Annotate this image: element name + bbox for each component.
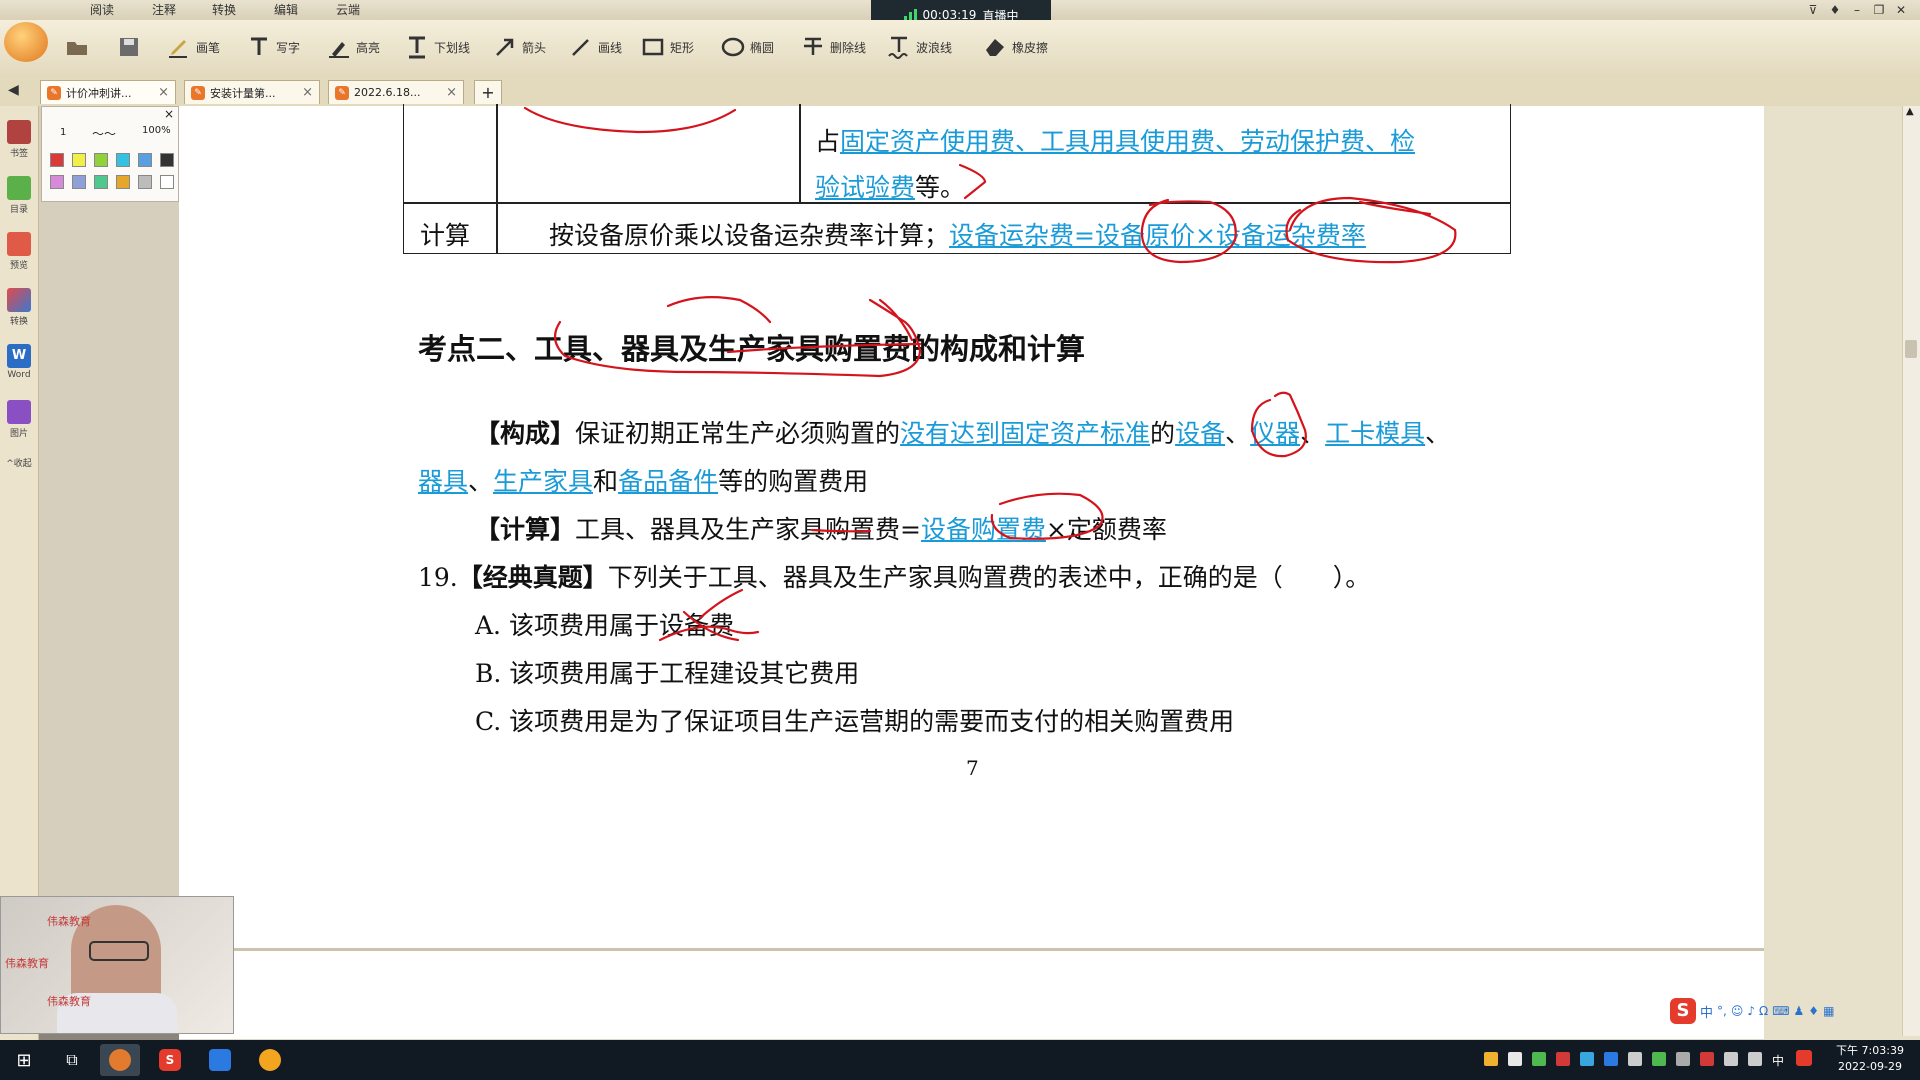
tray-sogou-icon[interactable] <box>1796 1050 1812 1066</box>
user-icon[interactable]: ♟ <box>1794 1004 1805 1018</box>
ink-stroke <box>666 296 772 324</box>
ink-stroke <box>990 492 1104 540</box>
ink-stroke <box>658 625 760 642</box>
watermark-text: 伟森教育 <box>5 957 49 970</box>
microphone-icon[interactable]: ♪ <box>1747 1004 1755 1018</box>
ink-stroke <box>1140 198 1237 264</box>
handwritten-annotations <box>523 106 1457 642</box>
tray-app-icon[interactable] <box>1700 1052 1714 1066</box>
ink-stroke <box>698 588 744 620</box>
webcam-overlay: 伟森教育 伟森教育 伟森教育 <box>0 896 234 1034</box>
symbol-icon[interactable]: Ω <box>1759 1004 1768 1018</box>
tray-chrome-icon[interactable] <box>1532 1052 1546 1066</box>
tray-app-icon[interactable] <box>1676 1052 1690 1066</box>
punctuation-icon[interactable]: °, <box>1717 1004 1727 1018</box>
ink-stroke <box>523 106 737 134</box>
ime-mode[interactable]: 中 <box>1700 1002 1713 1021</box>
ink-stroke <box>958 163 987 200</box>
ink-stroke <box>1358 200 1432 216</box>
tray-folder-icon[interactable] <box>1508 1052 1522 1066</box>
windows-start-icon[interactable]: ⊞ <box>4 1044 44 1076</box>
watermark-text: 伟森教育 <box>47 915 91 928</box>
toolbox-icon[interactable]: ▦ <box>1823 1004 1834 1018</box>
keyboard-icon[interactable]: ⌨ <box>1772 1004 1789 1018</box>
live-app-taskbar-icon[interactable] <box>250 1044 290 1076</box>
emoji-icon[interactable]: ☺ <box>1731 1004 1744 1018</box>
ink-stroke <box>1250 391 1307 458</box>
pdf-reader-taskbar-icon[interactable] <box>100 1044 140 1076</box>
tray-wps-icon[interactable] <box>1556 1052 1570 1066</box>
ime-toolbar: S 中 °, ☺ ♪ Ω ⌨ ♟ ♦ ▦ <box>1670 996 1920 1026</box>
tray-usb-icon[interactable] <box>1628 1052 1642 1066</box>
watermark-text: 伟森教育 <box>47 995 91 1008</box>
sogou-ime-icon[interactable]: S <box>1670 998 1696 1024</box>
tray-network-icon[interactable] <box>1724 1052 1738 1066</box>
sogou-taskbar-icon[interactable]: S <box>150 1044 190 1076</box>
app-taskbar-icon[interactable] <box>200 1044 240 1076</box>
tray-security-icon[interactable] <box>1652 1052 1666 1066</box>
ink-stroke <box>810 528 872 533</box>
ink-stroke <box>726 342 922 354</box>
ink-stroke <box>553 298 922 378</box>
system-clock[interactable]: 下午 7:03:39 2022-09-29 <box>1822 1043 1918 1077</box>
taskbar-ime-mode[interactable]: 中 <box>1772 1052 1784 1069</box>
ink-stroke <box>878 298 914 342</box>
skin-icon[interactable]: ♦ <box>1808 1004 1819 1018</box>
tray-volume-icon[interactable] <box>1748 1052 1762 1066</box>
task-view-icon[interactable]: ⧉ <box>52 1044 92 1076</box>
tray-network-app-icon[interactable] <box>1580 1052 1594 1066</box>
tray-app-icon[interactable] <box>1604 1052 1618 1066</box>
tray-app-icon[interactable] <box>1484 1052 1498 1066</box>
ink-stroke <box>1285 196 1457 264</box>
glasses <box>89 941 149 961</box>
